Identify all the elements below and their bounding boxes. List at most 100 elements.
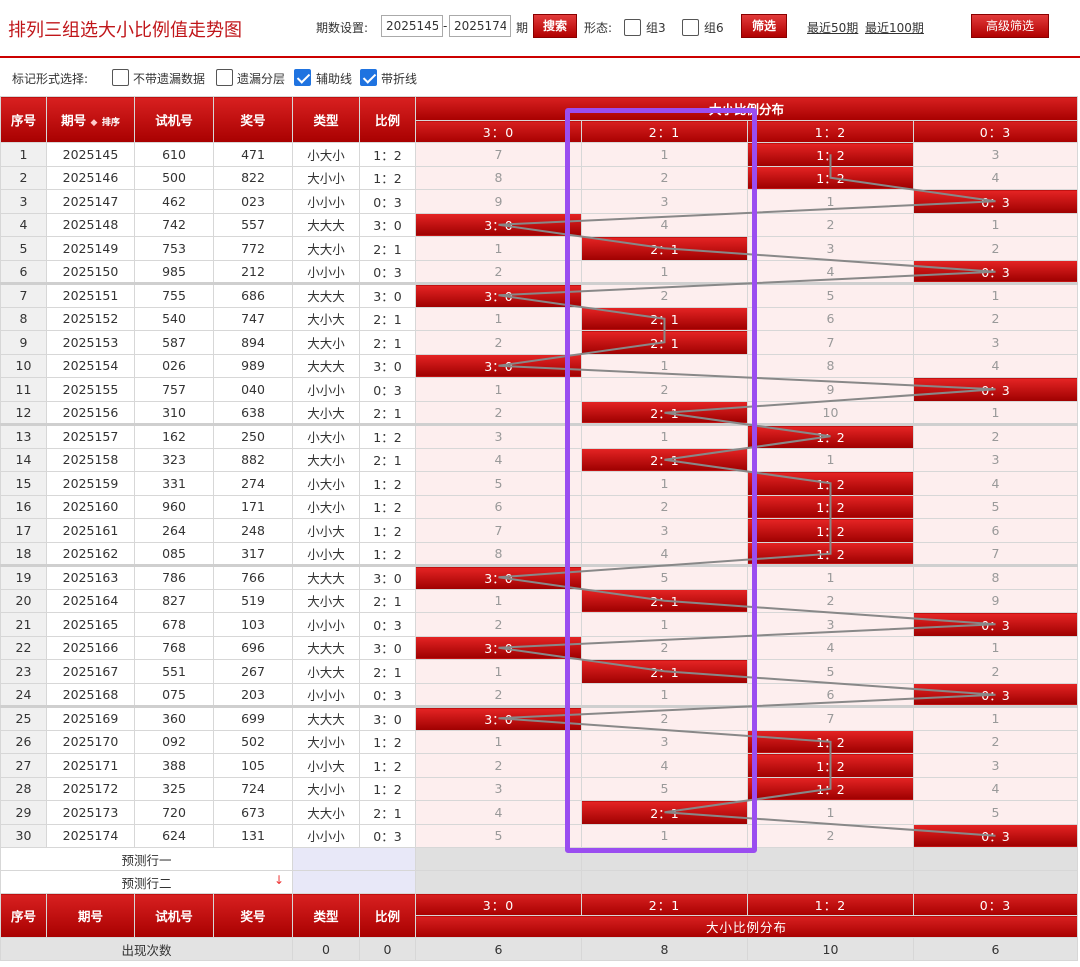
- dist-hit-cell: 0：3: [912, 259, 1079, 284]
- predict-cell[interactable]: [292, 847, 416, 871]
- prize-cell: 267: [213, 659, 293, 684]
- prize-cell: 989: [213, 353, 293, 378]
- trial-cell: 786: [134, 564, 214, 590]
- header-dist-col: 3：0: [415, 120, 582, 143]
- period-cell: 2025166: [46, 635, 135, 660]
- trial-cell: 325: [134, 776, 214, 801]
- dist-hit-cell: 2：1: [581, 236, 748, 261]
- arrow-down-icon[interactable]: ↓: [274, 873, 284, 887]
- trial-cell: 960: [134, 494, 214, 519]
- footer-dist-col: 3：0: [415, 893, 582, 916]
- predict-cell[interactable]: [415, 870, 582, 894]
- type-cell: 大大小: [292, 447, 360, 472]
- seq-cell: 12: [0, 400, 47, 425]
- footer-dist-col: 2：1: [581, 893, 748, 916]
- no-omission-label: 不带遗漏数据: [133, 72, 206, 86]
- dist-omission-cell: 2: [912, 729, 1079, 754]
- seq-cell: 5: [0, 236, 47, 261]
- footer-dist-col: 0：3: [912, 893, 1079, 916]
- group3-checkbox[interactable]: [624, 19, 641, 36]
- sort-icon[interactable]: ◆: [91, 118, 98, 128]
- type-cell: 大大大: [292, 212, 360, 237]
- header-period-label: 期号: [61, 113, 87, 128]
- predict-cell[interactable]: [581, 847, 748, 871]
- predict-cell[interactable]: [292, 870, 416, 894]
- table-row: 16 2025160 960 171 小大小 1：2 6 2 1：2 5: [0, 494, 1079, 519]
- dist-omission-cell: 6: [747, 306, 914, 331]
- dist-omission-cell: 1: [581, 471, 748, 496]
- predict-cell[interactable]: [912, 847, 1079, 871]
- table-row: 18 2025162 085 317 小小大 1：2 8 4 1：2 7: [0, 541, 1079, 566]
- footer-prize: 奖号: [213, 893, 293, 938]
- header-dist-title: 大小比例分布: [414, 96, 1079, 121]
- dist-hit-cell: 2：1: [581, 800, 748, 825]
- header-period[interactable]: 期号 ◆ 排序: [46, 96, 135, 143]
- period-cell: 2025168: [46, 682, 135, 707]
- type-cell: 小小小: [292, 682, 360, 707]
- stats-ratio: 0: [359, 937, 416, 961]
- trial-cell: 264: [134, 518, 214, 543]
- dist-omission-cell: 1: [912, 212, 1079, 237]
- omission-layer-checkbox[interactable]: [216, 69, 233, 86]
- header-sort-label[interactable]: 排序: [102, 118, 120, 128]
- dist-omission-cell: 4: [747, 635, 914, 660]
- dist-omission-cell: 3: [415, 776, 582, 801]
- predict-cell[interactable]: [747, 870, 914, 894]
- dist-omission-cell: 7: [415, 518, 582, 543]
- table-row: 27 2025171 388 105 小小大 1：2 2 4 1：2 3: [0, 753, 1079, 778]
- predict-cell[interactable]: [581, 870, 748, 894]
- table-row: 1 2025145 610 471 小大小 1：2 7 1 1：2 3: [0, 142, 1079, 167]
- predict-rows: 预测行一 预测行二 ↓: [0, 847, 1079, 894]
- seq-cell: 9: [0, 330, 47, 355]
- search-button[interactable]: 搜索: [533, 14, 577, 38]
- recent-50-link[interactable]: 最近50期: [807, 19, 858, 36]
- table-row: 3 2025147 462 023 小小小 0：3 9 3 1 0：3: [0, 189, 1079, 214]
- dist-omission-cell: 2: [415, 612, 582, 637]
- footer-dist-title: 大小比例分布: [414, 915, 1079, 938]
- type-cell: 小大小: [292, 494, 360, 519]
- trial-cell: 827: [134, 588, 214, 613]
- ratio-cell: 1：2: [359, 541, 416, 566]
- dist-omission-cell: 2: [747, 212, 914, 237]
- footer-type: 类型: [292, 893, 360, 938]
- dist-omission-cell: 1: [747, 447, 914, 472]
- period-to-input[interactable]: [449, 15, 511, 37]
- period-from-input[interactable]: [381, 15, 443, 37]
- type-cell: 大大小: [292, 236, 360, 261]
- period-cell: 2025161: [46, 518, 135, 543]
- polyline-checkbox[interactable]: [360, 69, 377, 86]
- shape-label: 形态:: [584, 21, 613, 35]
- type-cell: 小小小: [292, 377, 360, 402]
- table-row: 11 2025155 757 040 小小小 0：3 1 2 9 0：3: [0, 377, 1079, 402]
- dist-omission-cell: 1: [415, 659, 582, 684]
- table-row: 25 2025169 360 699 大大大 3：0 3：0 2 7 1: [0, 705, 1079, 731]
- trial-cell: 462: [134, 189, 214, 214]
- dist-omission-cell: 1: [912, 635, 1079, 660]
- period-cell: 2025157: [46, 423, 135, 449]
- dist-hit-cell: 0：3: [912, 612, 1079, 637]
- group6-checkbox[interactable]: [682, 19, 699, 36]
- header-dist-col: 0：3: [912, 120, 1079, 143]
- guide-line-checkbox[interactable]: [294, 69, 311, 86]
- period-cell: 2025162: [46, 541, 135, 566]
- no-omission-checkbox[interactable]: [112, 69, 129, 86]
- recent-100-link[interactable]: 最近100期: [865, 19, 924, 36]
- mark-style-label: 标记形式选择:: [12, 72, 89, 86]
- advanced-filter-button[interactable]: 高级筛选: [971, 14, 1049, 38]
- dist-omission-cell: 2: [581, 165, 748, 190]
- ratio-cell: 1：2: [359, 165, 416, 190]
- predict-cell[interactable]: [415, 847, 582, 871]
- seq-cell: 4: [0, 212, 47, 237]
- filter-button[interactable]: 筛选: [741, 14, 787, 38]
- predict-cell[interactable]: [912, 870, 1079, 894]
- seq-cell: 7: [0, 282, 47, 308]
- dist-omission-cell: 2: [747, 823, 914, 848]
- group3-label: 组3: [646, 21, 666, 35]
- seq-cell: 10: [0, 353, 47, 378]
- predict-cell[interactable]: [747, 847, 914, 871]
- type-cell: 小小小: [292, 823, 360, 848]
- seq-cell: 8: [0, 306, 47, 331]
- dist-omission-cell: 1: [581, 682, 748, 707]
- trial-cell: 162: [134, 423, 214, 449]
- type-cell: 小大小: [292, 142, 360, 167]
